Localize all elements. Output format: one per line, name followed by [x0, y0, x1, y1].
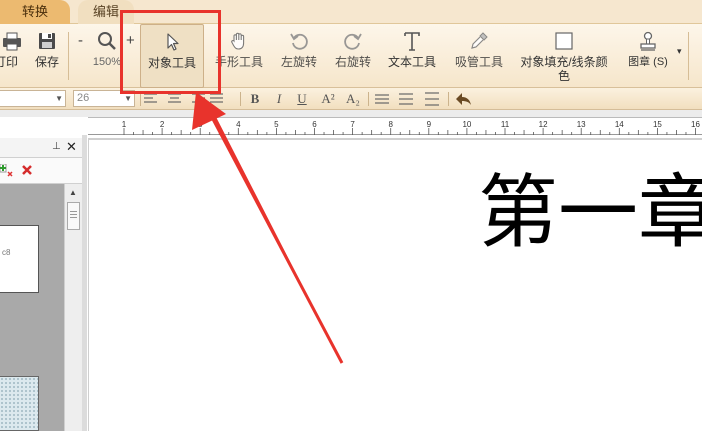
line-spacing-1-icon: [375, 94, 389, 104]
highlight-box: [120, 10, 221, 94]
ruler-label: 2: [160, 120, 165, 129]
format-divider: [240, 92, 241, 106]
bold-button[interactable]: B: [246, 90, 264, 108]
save-label: 保存: [34, 55, 59, 69]
ruler-label: 11: [501, 120, 510, 129]
subscript-button[interactable]: A₂: [342, 90, 364, 108]
hand-icon: [231, 32, 245, 50]
toolbar-divider: [68, 32, 69, 80]
undo-icon[interactable]: [454, 91, 472, 107]
align-justify-icon: [210, 93, 223, 103]
ruler-label: 7: [350, 120, 355, 129]
superscript-button[interactable]: A²: [317, 90, 339, 108]
color-square-icon: [555, 32, 573, 50]
ruler-label: 5: [274, 120, 279, 129]
align-center-icon: [168, 93, 181, 103]
line-spacing-group: [375, 92, 439, 106]
zoom-control[interactable]: 150%: [90, 24, 124, 88]
align-right-icon: [192, 93, 205, 103]
magnifier-icon: [98, 32, 116, 50]
ruler-label: 12: [539, 120, 548, 129]
scrollbar-thumb[interactable]: [67, 202, 80, 230]
chevron-down-icon: ▼: [55, 94, 63, 103]
chapter-heading[interactable]: 第一章: [478, 163, 702, 263]
align-left-icon: [144, 93, 157, 103]
zoom-out-button[interactable]: -: [78, 32, 83, 49]
ruler-ticks: 1 2 3 4 5 6 7 8 9 10 11 12 13 14 15 16: [122, 120, 700, 135]
rotate-right-label: 右旋转: [334, 55, 371, 69]
text-tool-label: 文本工具: [387, 55, 436, 69]
horizontal-ruler: 1 2 3 4 5 6 7 8 9 10 11 12 13 14 15 16: [88, 117, 702, 135]
format-divider: [140, 92, 141, 106]
format-toolbar: ▼ 26 ▼ B I U A² A₂: [0, 88, 702, 110]
thumbnail-pane-header: ⊥ ✕: [0, 138, 82, 158]
font-name-select[interactable]: ▼: [0, 90, 66, 107]
rotate-right-button[interactable]: 右旋转: [328, 24, 378, 88]
text-tool-button[interactable]: 文本工具: [384, 24, 440, 88]
tab-convert[interactable]: 转换: [0, 0, 70, 24]
ribbon-toolbar: 打印 保存 - 150% + 对象工具 手形工具: [0, 24, 702, 88]
scroll-up-arrow[interactable]: ▲: [69, 188, 77, 197]
thumbnail-pane-tools: [0, 158, 82, 184]
ruler-label: 14: [615, 120, 624, 129]
floppy-disk-icon: [39, 33, 55, 49]
ruler-label: 8: [388, 120, 393, 129]
eyedropper-button[interactable]: 吸管工具: [450, 24, 508, 88]
print-button[interactable]: 打印: [0, 24, 21, 88]
fill-color-label: 对象填充/线条颜色: [520, 55, 608, 83]
line-spacing-2-icon: [399, 93, 413, 105]
toolbar-more-arrow[interactable]: ▾: [677, 46, 682, 57]
eyedropper-label: 吸管工具: [454, 55, 503, 69]
eyedropper-icon: [471, 32, 488, 49]
line-spacing-3-icon: [425, 92, 439, 106]
page-thumbnail[interactable]: [0, 376, 39, 431]
rotate-left-label: 左旋转: [280, 55, 317, 69]
close-icon[interactable]: ✕: [66, 139, 77, 155]
align-buttons-group: [144, 93, 223, 103]
text-t-icon: [404, 32, 420, 51]
format-divider: [448, 92, 449, 106]
printer-icon: [3, 32, 21, 51]
underline-button[interactable]: U: [293, 90, 311, 108]
rotate-right-icon: [344, 33, 362, 50]
format-divider: [368, 92, 369, 106]
print-label: 打印: [0, 55, 18, 69]
delete-page-icon[interactable]: [21, 164, 33, 176]
stamp-button[interactable]: 图章 (S): [620, 24, 676, 88]
rotate-left-icon: [290, 33, 308, 50]
stamp-icon: [640, 31, 656, 51]
ruler-label: 13: [577, 120, 586, 129]
ruler-label: 10: [462, 120, 471, 129]
thumbnail-scrollbar[interactable]: ▲: [64, 184, 82, 431]
thumbnail-text: c8: [2, 248, 11, 257]
pin-icon[interactable]: ⊥: [52, 141, 61, 152]
save-button[interactable]: 保存: [32, 24, 62, 88]
page-thumbnail[interactable]: c8: [0, 225, 39, 293]
ruler-label: 4: [236, 120, 241, 129]
ruler-label: 3: [198, 120, 203, 129]
ruler-label: 9: [427, 120, 432, 129]
rotate-left-button[interactable]: 左旋转: [274, 24, 324, 88]
stamp-label: 图章 (S): [628, 56, 668, 68]
ruler-label: 15: [653, 120, 662, 129]
fill-color-button[interactable]: 对象填充/线条颜色: [516, 24, 612, 88]
ribbon-tab-bar: 转换 编辑: [0, 0, 702, 24]
font-size-value: 26: [77, 92, 90, 104]
ruler-label: 6: [312, 120, 317, 129]
ruler-gap: [0, 110, 702, 117]
toolbar-divider: [688, 32, 689, 80]
add-page-icon[interactable]: [0, 164, 14, 178]
ruler-label: 1: [122, 120, 127, 129]
italic-button[interactable]: I: [270, 90, 288, 108]
zoom-value: 150%: [92, 56, 122, 68]
ruler-label: 16: [691, 120, 700, 129]
